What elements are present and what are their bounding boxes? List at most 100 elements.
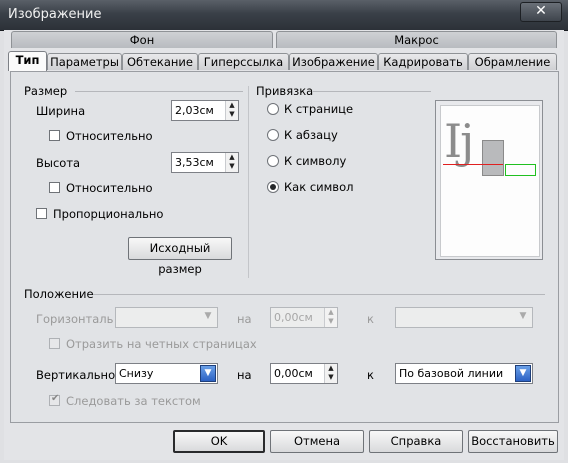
cancel-button[interactable]: Отмена <box>270 430 364 453</box>
preview-page: Ij <box>440 105 540 257</box>
window-title: Изображение <box>8 7 102 22</box>
tab-borders[interactable]: Обрамление <box>468 53 557 70</box>
title-bar[interactable]: Изображение ✕ <box>0 0 568 31</box>
position-section-label: Положение <box>24 287 94 301</box>
anchor-page-radio[interactable] <box>267 103 279 115</box>
relative-height-label: Относительно <box>66 181 153 195</box>
button-label: Исходный размер <box>149 241 211 276</box>
width-spin-arrows[interactable]: ▲ ▼ <box>225 101 238 120</box>
relative-width-label: Относительно <box>66 129 153 143</box>
tab-hyperlink[interactable]: Гиперссылка <box>198 53 289 70</box>
anchor-separator <box>313 91 431 92</box>
follow-text-label: Следовать за текстом <box>66 394 201 408</box>
anchor-section-label: Привязка <box>256 84 314 98</box>
tab-type[interactable]: Тип <box>8 51 47 71</box>
vertical-separator <box>248 86 249 278</box>
button-label: OK <box>210 434 228 448</box>
tab-background[interactable]: Фон <box>11 31 273 48</box>
chevron-down-icon[interactable]: ▼ <box>515 365 531 382</box>
vertical-to-label: к <box>367 368 374 382</box>
reset-button[interactable]: Восстановить <box>468 430 558 453</box>
spin-down-icon[interactable]: ▼ <box>325 373 337 382</box>
width-label: Ширина <box>36 104 86 118</box>
tab-picture[interactable]: Изображение <box>289 53 378 70</box>
vertical-offset-spinbox[interactable]: 0,00см ▲ ▼ <box>270 363 338 384</box>
vertical-offset-value: 0,00см <box>274 367 313 380</box>
tab-label: Макрос <box>394 33 439 47</box>
mirror-even-pages-checkbox[interactable] <box>49 338 60 349</box>
anchor-character-radio[interactable] <box>267 155 279 167</box>
tab-label: Тип <box>15 53 40 67</box>
spin-down-icon[interactable]: ▼ <box>226 162 238 171</box>
height-value: 3,53см <box>175 156 214 169</box>
horizontal-offset-value: 0,00см <box>274 311 313 324</box>
width-value: 2,03см <box>175 104 214 117</box>
vertical-value: Снизу <box>119 367 154 380</box>
height-spin-arrows[interactable]: ▲ ▼ <box>225 153 238 172</box>
preview-baseline <box>443 164 503 165</box>
button-label: Справка <box>390 434 442 448</box>
vertical-label: Вертикально <box>36 368 116 382</box>
tab-label: Обрамление <box>474 55 551 69</box>
horizontal-to-combo[interactable]: ▼ <box>395 307 533 328</box>
keep-ratio-label: Пропорционально <box>53 207 164 221</box>
spin-down-icon[interactable]: ▼ <box>325 317 337 326</box>
tab-macro[interactable]: Макрос <box>276 31 557 48</box>
spin-up-icon[interactable]: ▲ <box>226 101 238 110</box>
anchor-page-label: К странице <box>284 102 354 116</box>
relative-height-checkbox[interactable] <box>49 182 60 193</box>
spin-up-icon[interactable]: ▲ <box>325 308 337 317</box>
follow-text-checkbox[interactable]: ✔ <box>49 393 60 406</box>
close-icon: ✕ <box>535 3 547 19</box>
chevron-down-icon: ▼ <box>204 311 212 321</box>
horizontal-offset-spinbox[interactable]: 0,00см ▲ ▼ <box>270 307 338 328</box>
tab-label: Изображение <box>292 55 375 69</box>
anchor-paragraph-label: К абзацу <box>284 128 338 142</box>
tab-label: Обтекание <box>127 55 193 69</box>
close-button[interactable]: ✕ <box>520 2 562 22</box>
width-spinbox[interactable]: 2,03см ▲ ▼ <box>171 100 239 121</box>
horizontal-label: Горизонталь <box>36 312 114 326</box>
vertical-combo[interactable]: Снизу ▼ <box>115 363 218 384</box>
tab-crop[interactable]: Кадрировать <box>378 53 468 70</box>
spin-down-icon[interactable]: ▼ <box>226 110 238 119</box>
vertical-on-label: на <box>237 368 252 382</box>
anchor-paragraph-radio[interactable] <box>267 129 279 141</box>
button-label: Восстановить <box>471 434 555 448</box>
relative-width-checkbox[interactable] <box>49 130 60 141</box>
type-tab-panel: Размер Ширина 2,03см ▲ ▼ Относительно Выс… <box>10 71 559 423</box>
chevron-down-icon: ▼ <box>519 311 527 321</box>
mirror-even-pages-label: Отразить на четных страницах <box>66 337 257 351</box>
help-button[interactable]: Справка <box>369 430 463 453</box>
vertical-to-value: По базовой линии <box>399 367 504 380</box>
tab-label: Гиперссылка <box>203 55 284 69</box>
height-spinbox[interactable]: 3,53см ▲ ▼ <box>171 152 239 173</box>
position-separator <box>93 294 545 295</box>
size-separator <box>75 91 243 92</box>
checkmark-icon: ✔ <box>51 393 60 404</box>
spin-up-icon[interactable]: ▲ <box>226 153 238 162</box>
height-label: Высота <box>36 156 81 170</box>
spin-up-icon[interactable]: ▲ <box>325 364 337 373</box>
original-size-button[interactable]: Исходный размер <box>128 237 232 276</box>
keep-ratio-checkbox[interactable] <box>36 208 47 219</box>
button-label: Отмена <box>293 434 341 448</box>
anchor-as-character-radio[interactable] <box>267 181 279 193</box>
ok-button[interactable]: OK <box>173 430 265 453</box>
anchor-preview: Ij <box>435 100 543 260</box>
tab-options[interactable]: Параметры <box>47 53 122 70</box>
preview-image-box <box>482 140 504 176</box>
horizontal-offset-arrows[interactable]: ▲ ▼ <box>324 308 337 327</box>
tab-label: Параметры <box>50 55 119 69</box>
horizontal-combo[interactable]: ▼ <box>115 307 218 328</box>
vertical-to-combo[interactable]: По базовой линии ▼ <box>395 363 533 384</box>
anchor-as-character-label: Как символ <box>284 180 354 194</box>
preview-frame-box <box>505 164 536 176</box>
image-dialog: Изображение ✕ Фон Макрос Тип Параметры О… <box>0 0 568 463</box>
preview-glyph: Ij <box>444 114 474 168</box>
tab-wrap[interactable]: Обтекание <box>122 53 198 70</box>
chevron-down-icon[interactable]: ▼ <box>200 365 216 382</box>
horizontal-to-label: к <box>367 312 374 326</box>
size-section-label: Размер <box>24 84 68 98</box>
vertical-offset-arrows[interactable]: ▲ ▼ <box>324 364 337 383</box>
